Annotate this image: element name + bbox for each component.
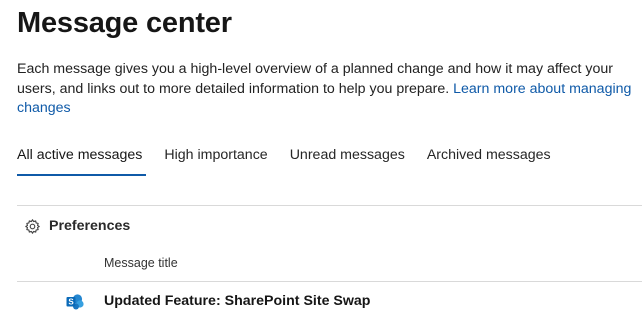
intro-text: Each message gives you a high-level over…: [17, 60, 637, 119]
gear-icon: [25, 218, 40, 234]
tab-unread-messages[interactable]: Unread messages: [290, 138, 405, 174]
table-header-divider: [17, 281, 642, 282]
preferences-button[interactable]: Preferences: [24, 216, 130, 236]
tab-high-importance[interactable]: High importance: [164, 138, 267, 174]
divider: [17, 205, 642, 206]
message-tabs: All active messages High importance Unre…: [17, 138, 573, 176]
tab-all-active-messages[interactable]: All active messages: [17, 138, 147, 176]
message-title-link[interactable]: Updated Feature: SharePoint Site Swap: [104, 293, 370, 309]
table-row[interactable]: S Updated Feature: SharePoint Site Swap: [17, 283, 642, 319]
tab-archived-messages[interactable]: Archived messages: [427, 138, 551, 174]
svg-text:S: S: [68, 298, 74, 307]
sharepoint-icon: S: [66, 294, 84, 310]
column-header-message-title[interactable]: Message title: [104, 256, 178, 270]
preferences-label: Preferences: [49, 218, 131, 234]
page-title: Message center: [17, 7, 232, 39]
